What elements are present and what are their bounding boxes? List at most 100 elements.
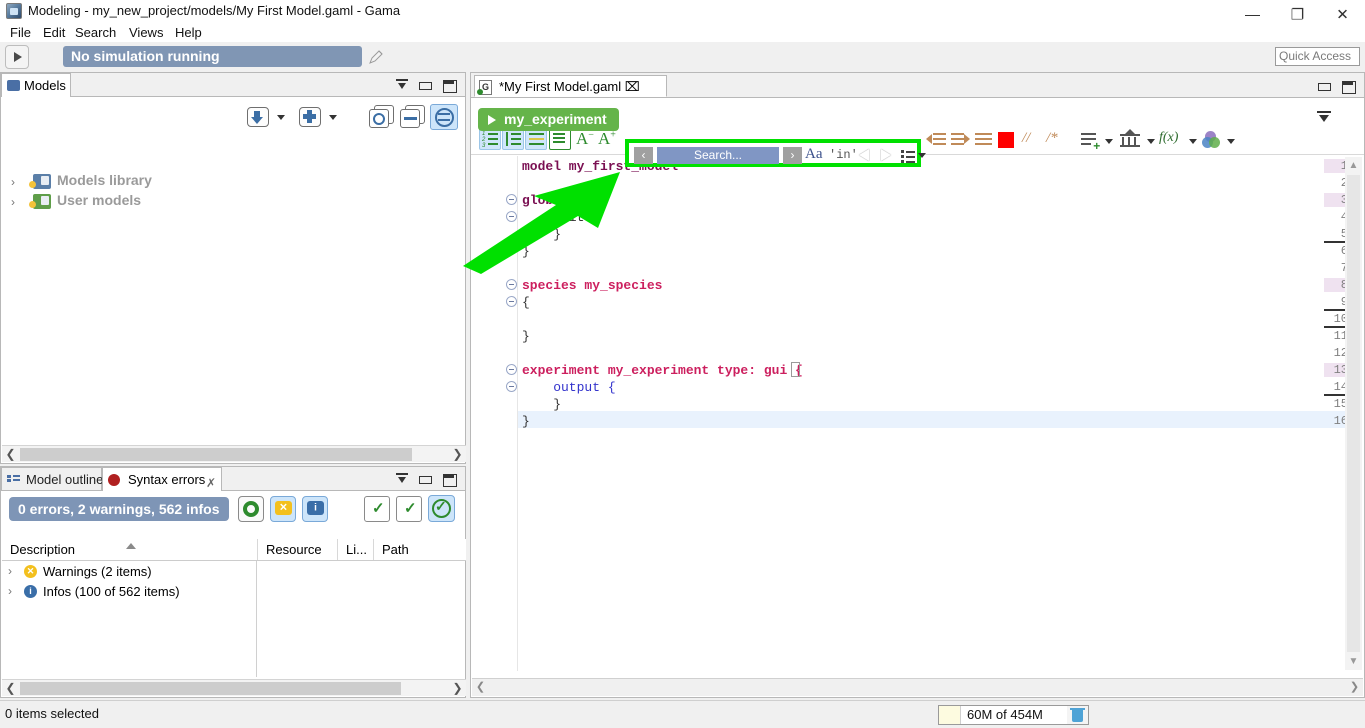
validate-all-projects-button[interactable]: ✓ <box>364 496 390 522</box>
maximize-view-icon[interactable] <box>439 77 459 93</box>
insert-template-button[interactable]: + <box>1079 129 1101 152</box>
toggle-line-comment-button[interactable]: // <box>1022 130 1030 147</box>
new-model-dropdown-caret-icon[interactable] <box>329 115 337 120</box>
tab-models[interactable]: Models <box>1 73 71 97</box>
chevron-right-icon[interactable]: › <box>11 175 15 189</box>
model-library-button[interactable] <box>1119 129 1143 151</box>
show-infos-button[interactable]: i <box>302 496 328 522</box>
scroll-thumb[interactable] <box>20 682 401 695</box>
search-options-icon[interactable] <box>901 150 915 163</box>
toggle-block-comment-button[interactable]: /* <box>1046 130 1058 147</box>
scroll-thumb[interactable] <box>20 448 412 461</box>
chevron-right-icon[interactable]: › <box>11 195 15 209</box>
fold-toggle-icon[interactable] <box>506 364 517 375</box>
navigate-back-icon[interactable] <box>859 149 869 161</box>
scroll-right-icon[interactable]: ❯ <box>449 680 466 697</box>
tree-item-user-models[interactable]: › User models <box>11 192 311 212</box>
minimize-view-icon[interactable] <box>415 471 435 487</box>
new-model-button[interactable] <box>297 104 323 130</box>
code-area[interactable]: 1 2 3 4 5 6 7 8 9 10 11 12 13 14 15 16 m… <box>472 156 1363 671</box>
search-previous-button[interactable]: ‹ <box>634 147 653 164</box>
errors-settings-button[interactable] <box>238 496 264 522</box>
menu-item-help[interactable]: Help <box>170 24 207 41</box>
editor-bottom-scrollbar[interactable]: ❮ ❯ <box>472 678 1363 696</box>
chevron-right-icon[interactable]: › <box>8 584 12 598</box>
pencil-icon[interactable] <box>368 49 384 65</box>
menu-item-views[interactable]: Views <box>124 24 168 41</box>
tab-model-outline[interactable]: Model outline <box>1 467 103 491</box>
scroll-up-icon[interactable]: ▲ <box>1345 157 1362 174</box>
scroll-down-icon[interactable]: ▼ <box>1345 653 1362 670</box>
color-swatch-button[interactable] <box>998 132 1014 148</box>
tab-my-first-model[interactable]: G *My First Model.gaml ⌧ <box>474 75 667 97</box>
scroll-right-icon[interactable]: ❯ <box>1346 679 1363 696</box>
fold-toggle-icon[interactable] <box>506 381 517 392</box>
scroll-thumb[interactable] <box>1347 175 1360 652</box>
toggle-markers-button[interactable] <box>502 128 524 150</box>
scroll-left-icon[interactable]: ❮ <box>2 680 19 697</box>
scroll-left-icon[interactable]: ❮ <box>472 679 489 696</box>
whole-word-toggle[interactable]: 'in' <box>829 148 858 162</box>
minimize-view-icon[interactable] <box>1314 78 1334 94</box>
errors-horizontal-scrollbar[interactable]: ❮ ❯ <box>2 679 466 696</box>
quick-access-input[interactable]: Quick Access <box>1275 47 1360 66</box>
increase-font-size-button[interactable]: A+ <box>598 129 616 149</box>
editor-collapse-toolbar-icon[interactable] <box>1315 110 1333 126</box>
navigate-forward-icon[interactable] <box>881 149 891 161</box>
fold-toggle-icon[interactable] <box>506 279 517 290</box>
tab-syntax-errors[interactable]: Syntax errors ✗ <box>102 467 222 491</box>
chevron-right-icon[interactable]: › <box>8 564 12 578</box>
column-resource[interactable]: Resource <box>258 539 338 560</box>
format-code-button[interactable] <box>973 129 995 151</box>
validate-continuously-button[interactable]: ✓ <box>428 495 455 522</box>
search-input[interactable]: Search... <box>657 147 779 164</box>
scroll-right-icon[interactable]: ❯ <box>449 446 466 463</box>
toggle-word-wrap-button[interactable] <box>549 128 571 150</box>
close-icon[interactable]: ⌧ <box>625 79 640 94</box>
menu-item-search[interactable]: Search <box>70 24 121 41</box>
validate-project-button[interactable]: ✓ <box>396 496 422 522</box>
maximize-view-icon[interactable] <box>1338 78 1358 94</box>
fold-toggle-icon[interactable] <box>506 296 517 307</box>
library-dropdown-caret-icon[interactable] <box>1147 139 1155 144</box>
column-path[interactable]: Path <box>374 539 466 560</box>
column-line[interactable]: Li... <box>338 539 374 560</box>
fold-toggle-icon[interactable] <box>506 194 517 205</box>
menu-item-file[interactable]: File <box>5 24 36 41</box>
toggle-folding-button[interactable] <box>525 128 547 150</box>
run-my-experiment-button[interactable]: my_experiment <box>478 108 619 131</box>
shift-right-button[interactable] <box>949 129 971 151</box>
toggle-line-numbers-button[interactable]: 123 <box>479 128 501 150</box>
operator-dropdown-caret-icon[interactable] <box>1189 139 1197 144</box>
tree-item-models-library[interactable]: › Models library <box>11 172 311 192</box>
table-row[interactable]: › ✕ Warnings (2 items) <box>2 562 257 581</box>
run-garbage-collector-button[interactable] <box>1067 705 1089 725</box>
search-dropdown-caret-icon[interactable] <box>918 153 926 158</box>
history-button[interactable] <box>368 104 396 130</box>
color-picker-button[interactable] <box>1201 129 1223 151</box>
link-with-editor-button[interactable] <box>430 104 458 130</box>
scroll-left-icon[interactable]: ❮ <box>2 446 19 463</box>
menu-item-edit[interactable]: Edit <box>38 24 70 41</box>
models-horizontal-scrollbar[interactable]: ❮ ❯ <box>2 445 466 462</box>
table-row[interactable]: › i Infos (100 of 562 items) <box>2 582 257 601</box>
run-experiment-button[interactable] <box>5 45 29 69</box>
editor-vertical-scrollbar[interactable]: ▲ ▼ <box>1345 157 1362 670</box>
case-sensitive-toggle[interactable]: Aa <box>805 146 823 163</box>
restore-view-icon[interactable] <box>392 77 412 93</box>
editor-search-box[interactable]: ‹ Search... › Aa 'in' <box>625 139 926 167</box>
collapse-all-button[interactable] <box>399 104 427 130</box>
template-dropdown-caret-icon[interactable] <box>1105 139 1113 144</box>
import-dropdown-caret-icon[interactable] <box>277 115 285 120</box>
show-warnings-button[interactable]: ✕ <box>270 496 296 522</box>
decrease-font-size-button[interactable]: A− <box>576 129 594 149</box>
memory-indicator[interactable]: 60M of 454M <box>938 705 1075 725</box>
minimize-view-icon[interactable] <box>415 77 435 93</box>
shift-left-button[interactable] <box>926 129 948 151</box>
fold-toggle-icon[interactable] <box>506 211 517 222</box>
import-models-button[interactable] <box>245 104 271 130</box>
color-dropdown-caret-icon[interactable] <box>1227 139 1235 144</box>
search-next-button[interactable]: › <box>783 147 802 164</box>
restore-view-icon[interactable] <box>392 471 412 487</box>
insert-operator-button[interactable]: f(x) <box>1159 130 1178 146</box>
